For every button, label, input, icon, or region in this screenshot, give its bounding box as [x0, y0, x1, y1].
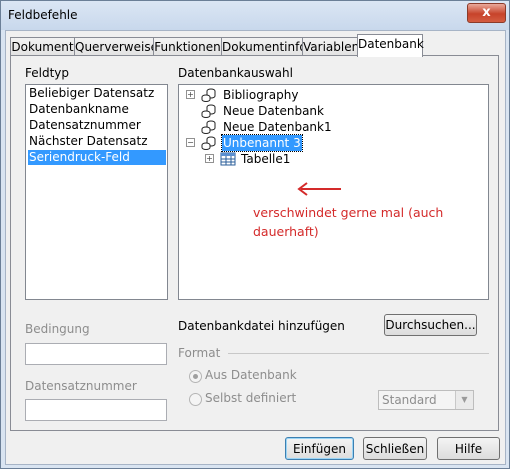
close-button[interactable]: x — [467, 3, 506, 23]
tree-item-bibliography[interactable]: Bibliography — [223, 87, 298, 103]
radio-aus-datenbank[interactable] — [189, 370, 202, 383]
title-bar[interactable]: Feldbefehle x — [1, 1, 509, 30]
tree-item-unbenannt-3[interactable]: Unbenannt 3 — [221, 134, 303, 152]
insert-button[interactable]: Einfügen — [285, 437, 354, 460]
datensatznummer-field[interactable] — [25, 399, 167, 421]
tab-dokumentinfo[interactable]: Dokumentinfo — [221, 37, 307, 56]
radio-selbst-definiert[interactable] — [189, 393, 202, 406]
format-select[interactable]: Standard ▼ — [378, 390, 474, 410]
list-item[interactable]: Nächster Datensatz — [28, 134, 166, 149]
datenbankauswahl-label: Datenbankauswahl — [178, 66, 293, 80]
datenbank-page: Feldtyp Beliebiger Datensatz Datenbankna… — [10, 55, 499, 431]
database-icon — [201, 120, 216, 134]
tree-item-tabelle1[interactable]: Tabelle1 — [241, 151, 290, 167]
selbst-definiert-label[interactable]: Selbst definiert — [205, 391, 296, 405]
tab-datenbank[interactable]: Datenbank — [357, 34, 424, 57]
annotation-note: verschwindet gerne mal (auch dauerhaft) — [253, 205, 444, 239]
chevron-down-icon[interactable]: ▼ — [455, 391, 473, 409]
red-arrow-annotation — [297, 182, 341, 196]
tab-variablen[interactable]: Variablen — [302, 37, 359, 56]
datensatznummer-label: Datensatznummer — [25, 379, 137, 393]
dialog-client: Dokument Querverweise Funktionen Dokumen… — [5, 30, 506, 465]
database-icon — [201, 104, 216, 118]
database-icon — [201, 88, 216, 102]
list-item[interactable]: Beliebiger Datensatz — [28, 86, 166, 101]
datenbankdatei-label: Datenbankdatei hinzufügen — [178, 319, 345, 333]
feldtyp-list[interactable]: Beliebiger Datensatz Datenbankname Daten… — [25, 84, 168, 300]
tab-querverweise[interactable]: Querverweise — [74, 37, 158, 56]
format-label: Format — [178, 346, 221, 360]
radio-dot — [193, 374, 198, 379]
expand-icon[interactable]: + — [186, 90, 195, 99]
list-item[interactable]: Datenbankname — [28, 102, 166, 117]
bedingung-label: Bedingung — [25, 322, 90, 336]
tab-funktionen[interactable]: Funktionen — [153, 37, 222, 56]
format-select-value: Standard — [382, 393, 437, 407]
database-icon — [201, 136, 216, 150]
aus-datenbank-label[interactable]: Aus Datenbank — [205, 368, 297, 382]
window-title: Feldbefehle — [8, 8, 78, 22]
list-item-selected[interactable]: Seriendruck-Feld — [28, 150, 166, 165]
list-item[interactable]: Datensatznummer — [28, 118, 166, 133]
collapse-icon[interactable]: − — [186, 138, 195, 147]
close-dialog-button[interactable]: Schließen — [363, 437, 427, 460]
table-icon — [220, 152, 236, 166]
tree-item-neue-datenbank[interactable]: Neue Datenbank — [223, 103, 324, 119]
feldtyp-label: Feldtyp — [25, 66, 70, 80]
expand-icon[interactable]: + — [205, 154, 214, 163]
dialog-window: Feldbefehle x Dokument Querverweise Funk… — [0, 0, 510, 469]
format-separator — [228, 353, 489, 354]
help-button[interactable]: Hilfe — [437, 437, 500, 460]
tree-item-neue-datenbank1[interactable]: Neue Datenbank1 — [223, 119, 332, 135]
bedingung-field[interactable] — [25, 343, 167, 365]
browse-button[interactable]: Durchsuchen... — [384, 314, 477, 336]
tab-dokument[interactable]: Dokument — [10, 37, 75, 56]
